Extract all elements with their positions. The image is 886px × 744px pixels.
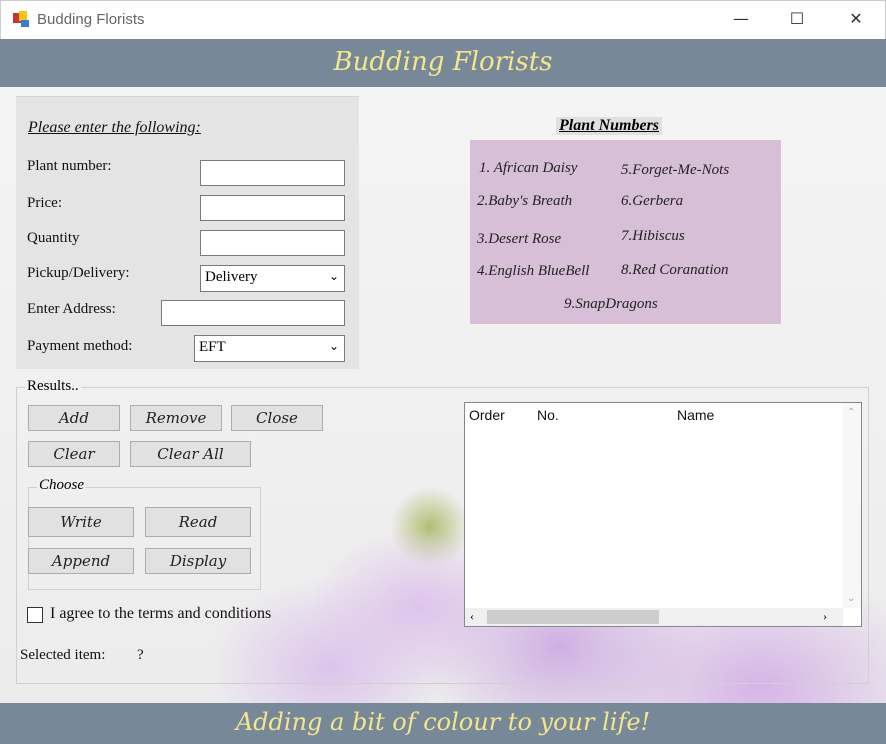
selected-item-value: ? (137, 647, 144, 663)
pickup-label: Pickup/Delivery: (27, 265, 130, 281)
plant-item: 7.Hibiscus (621, 228, 685, 244)
clear-all-button[interactable]: Clear All (130, 441, 251, 467)
plant-item: 1. African Daisy (479, 160, 578, 176)
remove-button[interactable]: Remove (130, 405, 222, 431)
payment-label: Payment method: (27, 338, 133, 354)
plant-item: 4.English BlueBell (477, 263, 590, 279)
selected-item-label: Selected item: (20, 647, 106, 663)
plant-item: 6.Gerbera (621, 193, 684, 209)
banner-title: Budding Florists (333, 47, 553, 77)
payment-dropdown[interactable]: EFT ⌄ (194, 335, 345, 362)
scroll-left-icon[interactable]: ‹ (470, 609, 474, 624)
plant-number-input[interactable] (200, 160, 345, 186)
plant-item: 9.SnapDragons (564, 296, 658, 312)
minimize-icon[interactable]: — (726, 9, 756, 31)
read-button[interactable]: Read (145, 507, 251, 537)
price-input[interactable] (200, 195, 345, 221)
plant-numbers-box: 1. African Daisy 2.Baby's Breath 3.Deser… (470, 140, 781, 324)
plant-numbers-title: Plant Numbers (556, 117, 663, 135)
scroll-right-icon[interactable]: › (823, 609, 827, 624)
display-button[interactable]: Display (145, 548, 251, 574)
chevron-down-icon: ⌄ (328, 269, 339, 283)
choose-group (28, 487, 261, 590)
app-icon (13, 11, 29, 27)
plant-item: 2.Baby's Breath (477, 193, 573, 209)
footer-tagline: Adding a bit of colour to your life! (235, 708, 651, 736)
quantity-input[interactable] (200, 230, 345, 256)
plant-item: 5.Forget-Me-Nots (621, 162, 730, 178)
chevron-down-icon: ⌄ (328, 339, 339, 353)
choose-label: Choose (37, 477, 86, 494)
header-banner: Budding Florists (0, 39, 886, 87)
clear-button[interactable]: Clear (28, 441, 120, 467)
maximize-icon[interactable]: ☐ (782, 9, 812, 31)
input-panel: Please enter the following: Plant number… (16, 96, 359, 369)
order-list[interactable]: Order No. Name ⌃ ⌄ ‹ › (464, 402, 862, 627)
plant-number-label: Plant number: (27, 158, 112, 174)
close-button[interactable]: Close (231, 405, 323, 431)
pickup-dropdown[interactable]: Delivery ⌄ (200, 265, 345, 292)
scroll-up-icon[interactable]: ⌃ (847, 407, 855, 418)
price-label: Price: (27, 195, 62, 211)
payment-value: EFT (199, 339, 226, 355)
horizontal-scrollbar[interactable]: ‹ › (465, 608, 843, 626)
title-bar: Budding Florists — ☐ ✕ (0, 0, 886, 39)
plant-item: 8.Red Coranation (621, 262, 729, 278)
column-header-no[interactable]: No. (537, 407, 559, 423)
address-label: Enter Address: (27, 301, 116, 317)
window-title: Budding Florists (37, 11, 145, 28)
address-input[interactable] (161, 300, 345, 326)
footer-banner: Adding a bit of colour to your life! (0, 703, 886, 744)
close-icon[interactable]: ✕ (841, 9, 871, 31)
scroll-thumb[interactable] (487, 610, 659, 624)
column-header-name[interactable]: Name (677, 407, 714, 423)
form-heading: Please enter the following: (28, 119, 201, 136)
pickup-value: Delivery (205, 269, 258, 285)
terms-label: I agree to the terms and conditions (50, 605, 272, 622)
vertical-scrollbar[interactable]: ⌃ ⌄ (843, 403, 861, 608)
quantity-label: Quantity (27, 230, 80, 246)
plant-item: 3.Desert Rose (477, 231, 562, 247)
scroll-down-icon[interactable]: ⌄ (847, 593, 855, 604)
write-button[interactable]: Write (28, 507, 134, 537)
terms-checkbox[interactable] (27, 607, 43, 623)
column-header-order[interactable]: Order (469, 407, 505, 423)
add-button[interactable]: Add (28, 405, 120, 431)
append-button[interactable]: Append (28, 548, 134, 574)
results-label: Results.. (25, 378, 81, 395)
